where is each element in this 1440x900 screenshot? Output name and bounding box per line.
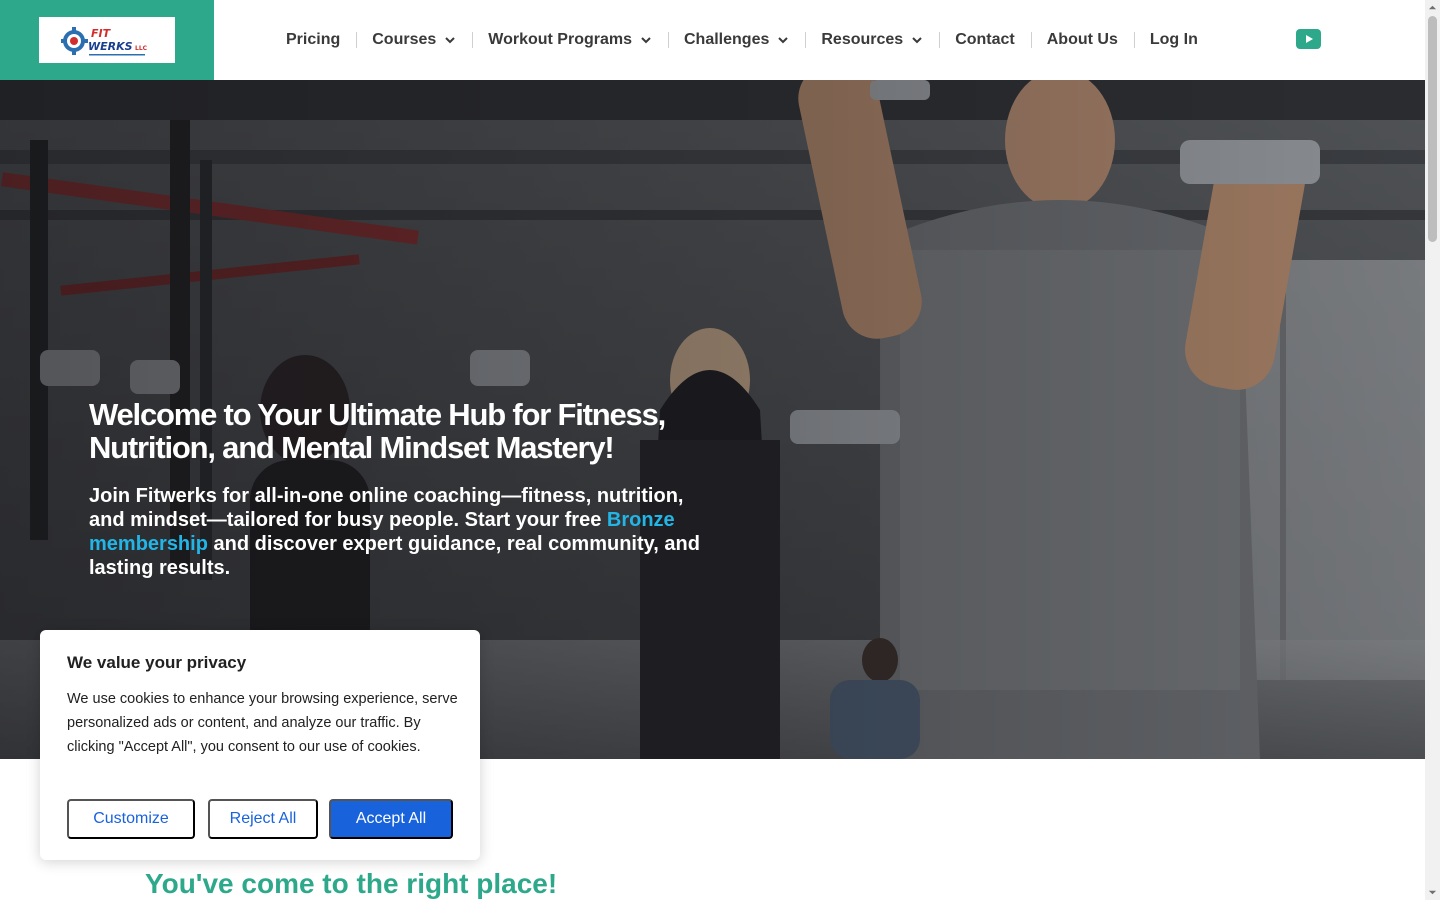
cookie-title: We value your privacy [67, 653, 247, 672]
svg-text:LLC: LLC [135, 45, 148, 52]
chevron-down-icon [445, 37, 455, 44]
nav-label: Pricing [286, 31, 341, 48]
site-logo[interactable]: FIT WERKS LLC [39, 17, 175, 63]
nav-resources[interactable]: Resources [805, 28, 939, 52]
logo-block: FIT WERKS LLC [0, 0, 214, 80]
nav-label: About Us [1046, 31, 1118, 48]
nav-workout-programs[interactable]: Workout Programs [472, 28, 668, 52]
nav-about-us[interactable]: About Us [1030, 28, 1134, 52]
hero-subtitle: Join Fitwerks for all-in-one online coac… [89, 484, 709, 580]
svg-text:WERKS: WERKS [88, 40, 133, 53]
nav-pricing[interactable]: Pricing [270, 28, 356, 52]
youtube-icon [1305, 35, 1313, 43]
nav-contact[interactable]: Contact [939, 28, 1031, 52]
nav-label: Log In [1149, 31, 1198, 48]
cookie-consent-banner: We value your privacy We use cookies to … [40, 630, 480, 860]
chevron-down-icon [912, 37, 922, 44]
scroll-down-arrow-icon[interactable] [1428, 888, 1437, 897]
chevron-down-icon [641, 37, 651, 44]
hero-subtitle-text: Join Fitwerks for all-in-one online coac… [89, 485, 684, 531]
svg-text:FIT: FIT [91, 27, 112, 40]
nav-label: Contact [955, 31, 1015, 48]
nav-label: Challenges [684, 31, 770, 48]
scroll-up-arrow-icon[interactable] [1428, 3, 1437, 12]
youtube-link[interactable] [1296, 29, 1321, 49]
nav-label: Workout Programs [488, 31, 632, 48]
hero-title: Welcome to Your Ultimate Hub for Fitness… [89, 397, 666, 465]
nav-label: Courses [372, 31, 437, 48]
chevron-down-icon [778, 37, 789, 44]
section-heading: You've come to the right place! [145, 868, 558, 899]
reject-all-button[interactable]: Reject All [208, 799, 318, 839]
cookie-description: We use cookies to enhance your browsing … [67, 691, 458, 755]
main-nav: Pricing Courses Workout Programs Challen… [270, 0, 1214, 80]
nav-log-in[interactable]: Log In [1133, 28, 1214, 52]
fitwerks-logo-icon: FIT WERKS LLC [61, 27, 148, 56]
scrollbar-thumb[interactable] [1428, 16, 1437, 242]
nav-label: Resources [821, 31, 904, 48]
nav-challenges[interactable]: Challenges [668, 28, 805, 52]
nav-courses[interactable]: Courses [356, 28, 472, 52]
customize-button[interactable]: Customize [67, 799, 195, 839]
accept-all-button[interactable]: Accept All [329, 799, 453, 839]
site-header: FIT WERKS LLC Pricing Courses Workout Pr… [0, 0, 1425, 80]
page-scrollbar[interactable] [1425, 0, 1440, 900]
